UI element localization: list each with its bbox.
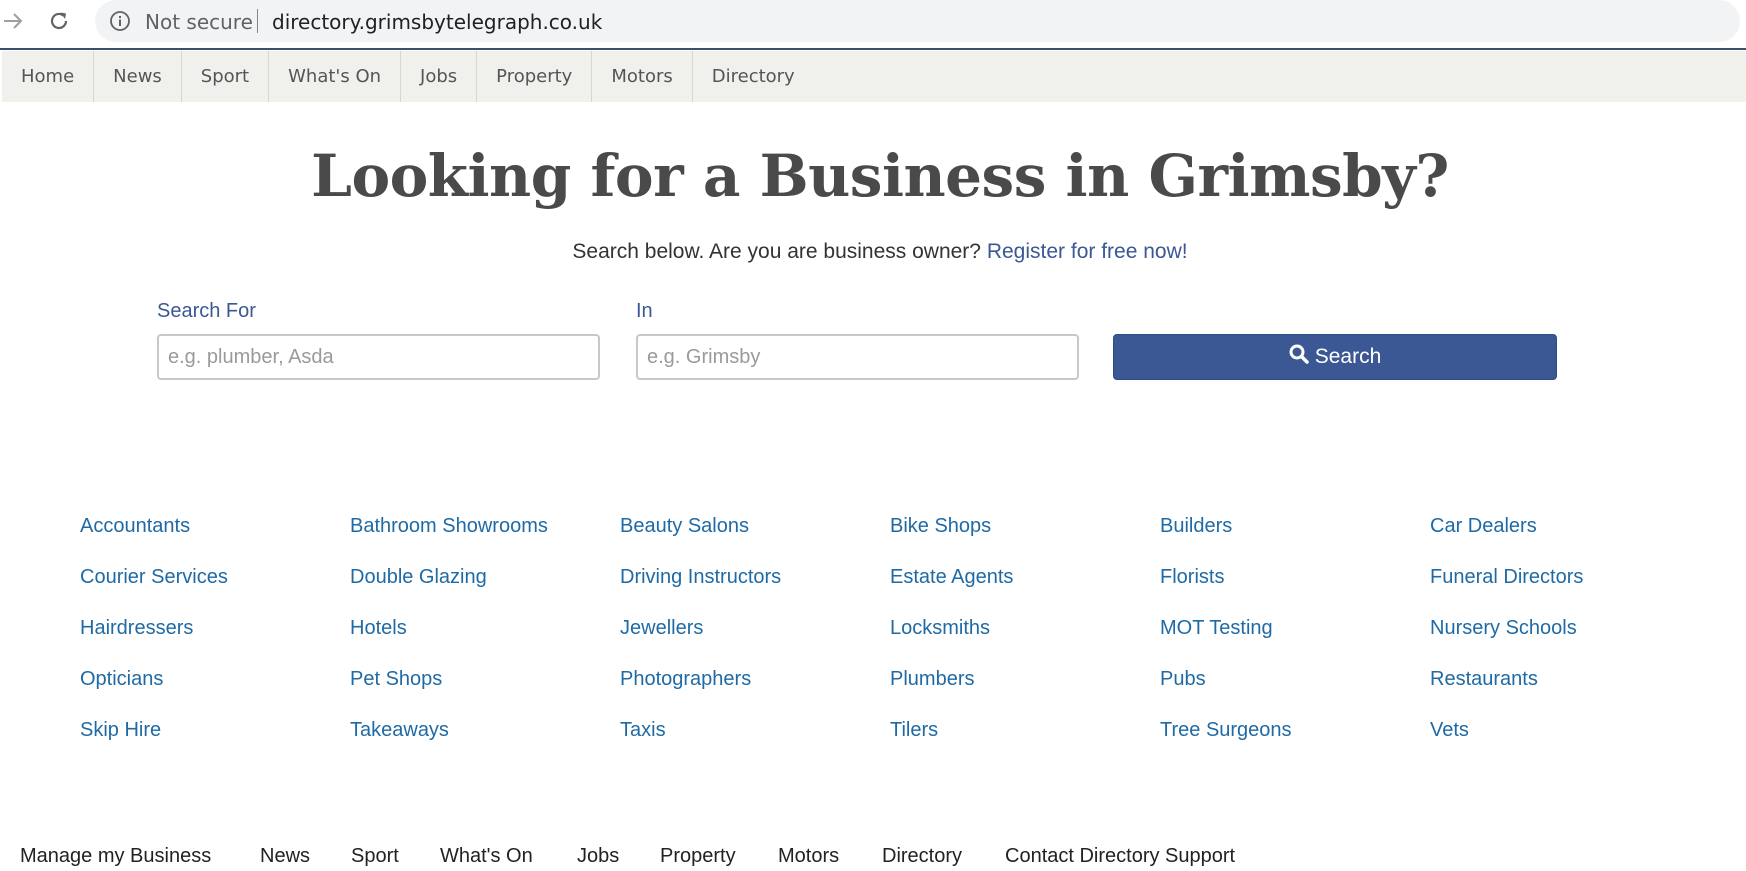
hero-subtitle: Search below. Are you are business owner… bbox=[0, 240, 1746, 264]
category-link[interactable]: Funeral Directors bbox=[1430, 566, 1583, 589]
category-link[interactable]: Tree Surgeons bbox=[1160, 719, 1292, 742]
category-link[interactable]: Estate Agents bbox=[890, 566, 1013, 589]
footer-contact-support[interactable]: Contact Directory Support bbox=[1005, 845, 1235, 868]
category-link[interactable]: Skip Hire bbox=[80, 719, 161, 742]
category-link[interactable]: Vets bbox=[1430, 719, 1469, 742]
search-for-label: Search For bbox=[157, 300, 256, 322]
forward-arrow-icon[interactable] bbox=[0, 8, 26, 34]
category-link[interactable]: Builders bbox=[1160, 515, 1232, 538]
category-link[interactable]: Hotels bbox=[350, 617, 407, 640]
category-link[interactable]: Hairdressers bbox=[80, 617, 193, 640]
page-title: Looking for a Business in Grimsby? bbox=[311, 142, 1449, 210]
nav-sport[interactable]: Sport bbox=[182, 51, 270, 102]
category-link[interactable]: Nursery Schools bbox=[1430, 617, 1577, 640]
category-link[interactable]: Beauty Salons bbox=[620, 515, 749, 538]
register-link[interactable]: Register for free now! bbox=[987, 240, 1188, 263]
category-link[interactable]: Locksmiths bbox=[890, 617, 990, 640]
category-link[interactable]: Restaurants bbox=[1430, 668, 1538, 691]
category-link[interactable]: MOT Testing bbox=[1160, 617, 1273, 640]
category-link[interactable]: Pet Shops bbox=[350, 668, 442, 691]
category-link[interactable]: Opticians bbox=[80, 668, 163, 691]
footer-motors[interactable]: Motors bbox=[778, 845, 839, 868]
footer-sport[interactable]: Sport bbox=[351, 845, 399, 868]
footer-manage-business[interactable]: Manage my Business bbox=[20, 845, 211, 868]
category-link[interactable]: Takeaways bbox=[350, 719, 449, 742]
reload-icon[interactable] bbox=[46, 8, 72, 34]
category-link[interactable]: Double Glazing bbox=[350, 566, 487, 589]
search-button-label: Search bbox=[1314, 345, 1382, 368]
nav-home[interactable]: Home bbox=[2, 51, 95, 102]
nav-property[interactable]: Property bbox=[477, 51, 593, 102]
security-status[interactable]: Not secure bbox=[145, 10, 253, 34]
search-button[interactable]: Search bbox=[1113, 334, 1557, 380]
category-link[interactable]: Driving Instructors bbox=[620, 566, 781, 589]
category-link[interactable]: Florists bbox=[1160, 566, 1224, 589]
category-link[interactable]: Bike Shops bbox=[890, 515, 991, 538]
category-link[interactable]: Car Dealers bbox=[1430, 515, 1537, 538]
footer-news[interactable]: News bbox=[260, 845, 310, 868]
nav-news[interactable]: News bbox=[94, 51, 182, 102]
nav-jobs[interactable]: Jobs bbox=[401, 51, 478, 102]
location-label: In bbox=[636, 300, 653, 322]
browser-toolbar: Not secure directory.grimsbytelegraph.co… bbox=[0, 0, 1746, 50]
footer-jobs[interactable]: Jobs bbox=[577, 845, 619, 868]
footer-whats-on[interactable]: What's On bbox=[440, 845, 533, 868]
info-icon[interactable] bbox=[109, 10, 131, 32]
category-link[interactable]: Jewellers bbox=[620, 617, 703, 640]
category-link[interactable]: Tilers bbox=[890, 719, 938, 742]
address-bar[interactable]: Not secure directory.grimsbytelegraph.co… bbox=[95, 0, 1740, 42]
url-text[interactable]: directory.grimsbytelegraph.co.uk bbox=[272, 10, 602, 34]
subtitle-text: Search below. Are you are business owner… bbox=[572, 240, 981, 263]
omnibox-divider bbox=[257, 9, 258, 33]
footer-property[interactable]: Property bbox=[660, 845, 736, 868]
site-nav: Home News Sport What's On Jobs Property … bbox=[2, 51, 1746, 102]
category-link[interactable]: Bathroom Showrooms bbox=[350, 515, 548, 538]
category-link[interactable]: Pubs bbox=[1160, 668, 1206, 691]
search-for-input[interactable] bbox=[157, 334, 600, 380]
category-link[interactable]: Accountants bbox=[80, 515, 190, 538]
category-link[interactable]: Courier Services bbox=[80, 566, 228, 589]
magnifier-icon bbox=[1289, 344, 1309, 370]
category-link[interactable]: Photographers bbox=[620, 668, 751, 691]
location-input[interactable] bbox=[636, 334, 1079, 380]
nav-motors[interactable]: Motors bbox=[592, 51, 693, 102]
category-link[interactable]: Plumbers bbox=[890, 668, 974, 691]
nav-whats-on[interactable]: What's On bbox=[269, 51, 402, 102]
footer-directory[interactable]: Directory bbox=[882, 845, 962, 868]
nav-directory[interactable]: Directory bbox=[693, 51, 814, 102]
category-link[interactable]: Taxis bbox=[620, 719, 666, 742]
